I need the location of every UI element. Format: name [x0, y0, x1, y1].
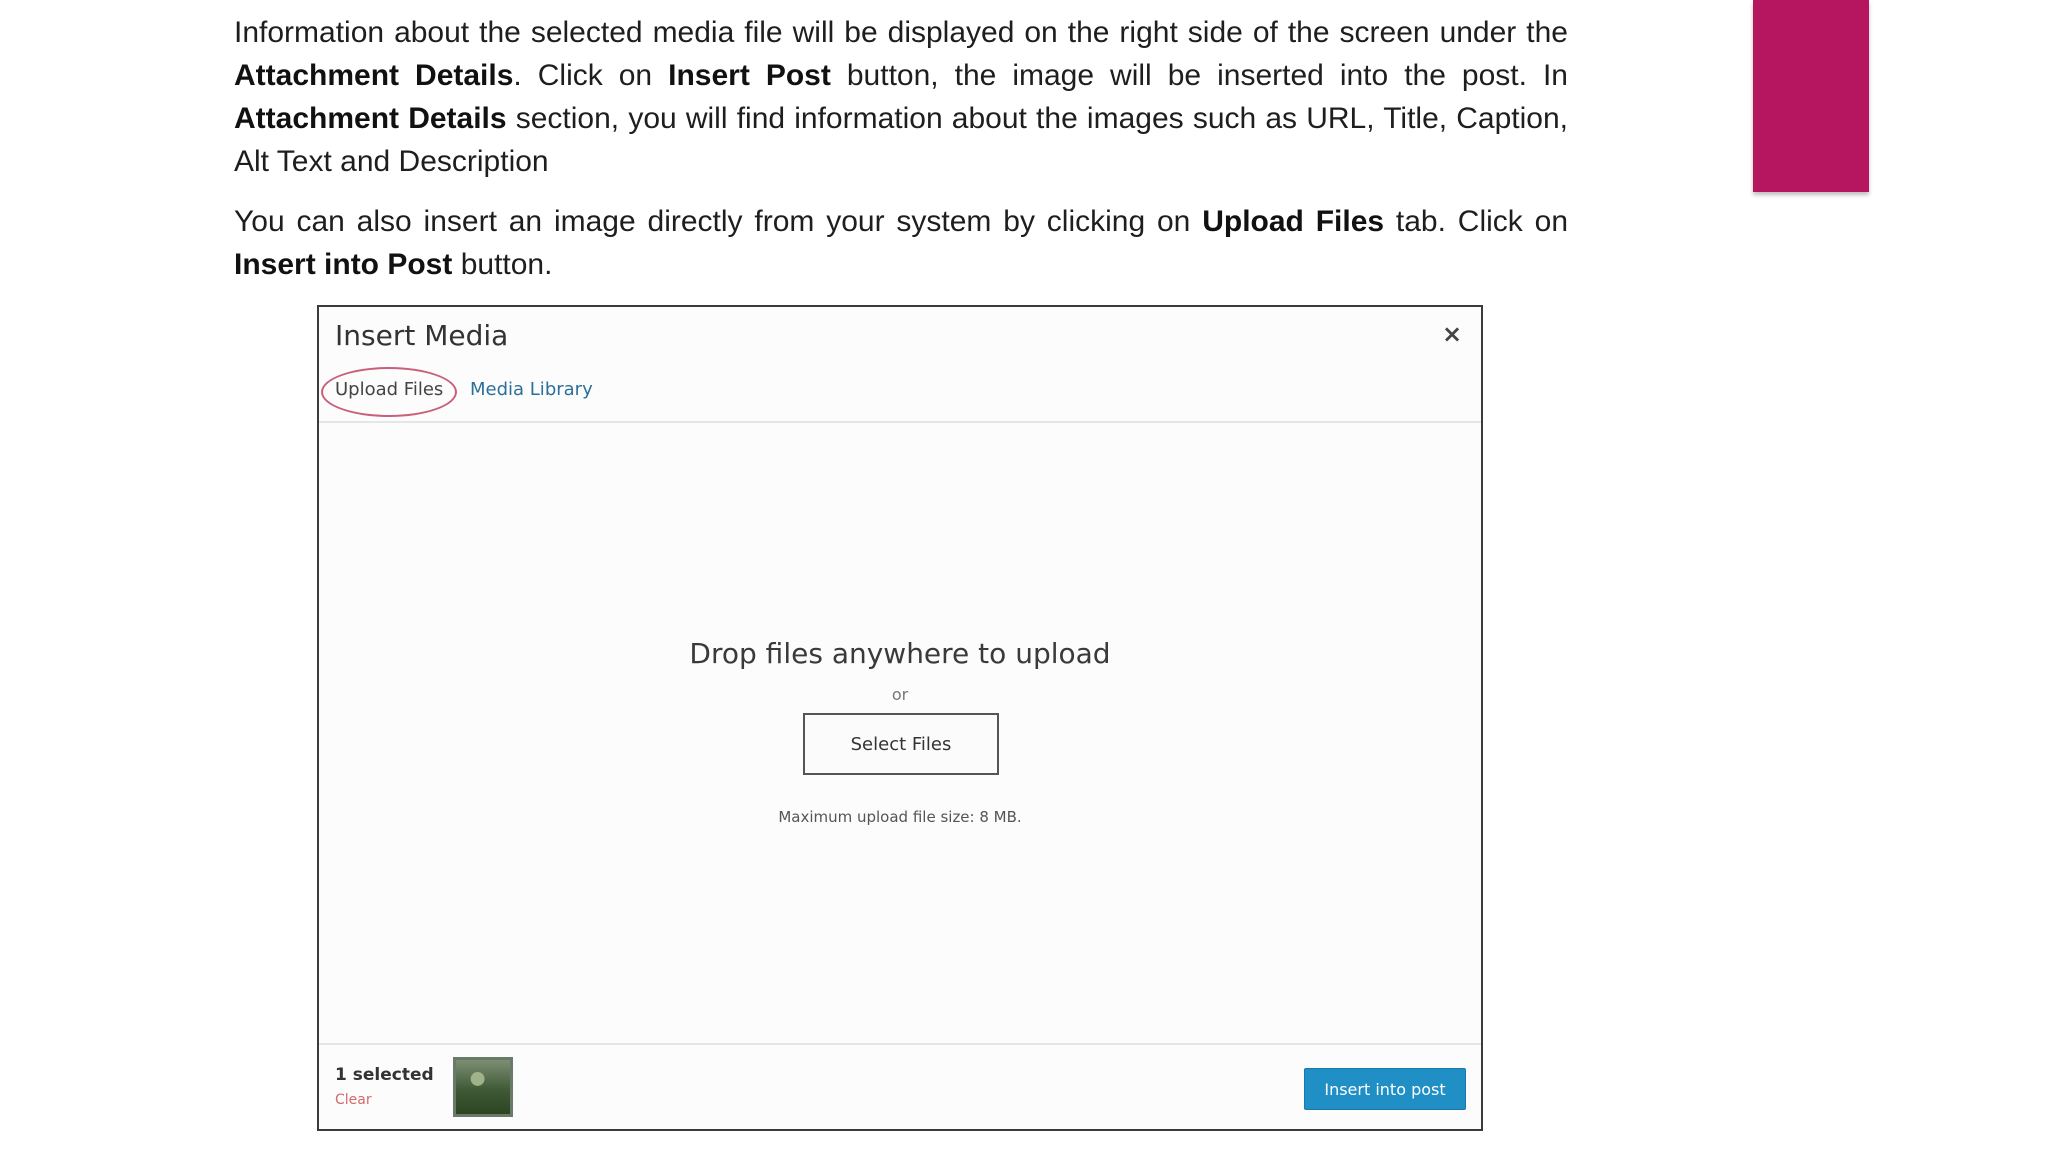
selected-image-thumbnail[interactable] [453, 1057, 513, 1117]
bold-term: Upload Files [1202, 205, 1385, 238]
bold-term: Attachment Details [234, 59, 514, 92]
instruction-paragraph-2: You can also insert an image directly fr… [234, 200, 1568, 286]
selection-count: 1 selected [335, 1065, 434, 1085]
text-segment: . Click on [513, 59, 669, 92]
media-tabs: Upload Files Media Library [319, 367, 1481, 423]
dialog-title: Insert Media [335, 319, 509, 352]
bold-term: Insert into Post [234, 248, 453, 281]
drop-zone-title: Drop files anywhere to upload [689, 637, 1111, 670]
tab-upload-files[interactable]: Upload Files [335, 379, 443, 400]
drop-zone-or: or [891, 685, 909, 704]
close-icon[interactable]: × [1439, 321, 1465, 347]
insert-into-post-button[interactable]: Insert into post [1304, 1068, 1466, 1110]
tab-media-library[interactable]: Media Library [470, 379, 593, 400]
insert-media-dialog: Insert Media × Upload Files Media Librar… [317, 305, 1483, 1131]
instruction-paragraph-1: Information about the selected media fil… [234, 11, 1568, 183]
bold-term: Insert Post [668, 59, 831, 92]
accent-bar [1753, 0, 1869, 192]
text-segment: button. [452, 248, 553, 281]
clear-selection-link[interactable]: Clear [335, 1092, 372, 1108]
text-segment: You can also insert an image directly fr… [234, 205, 1203, 238]
media-toolbar: 1 selected Clear Insert into post [319, 1043, 1481, 1129]
bold-term: Attachment Details [234, 102, 507, 135]
text-segment: Information about the selected media fil… [234, 16, 1568, 49]
select-files-button[interactable]: Select Files [803, 713, 999, 775]
text-segment: tab. Click on [1384, 205, 1569, 238]
text-segment: button, the image will be inserted into … [830, 59, 1568, 92]
max-upload-size-note: Maximum upload file size: 8 MB. [778, 808, 1022, 826]
